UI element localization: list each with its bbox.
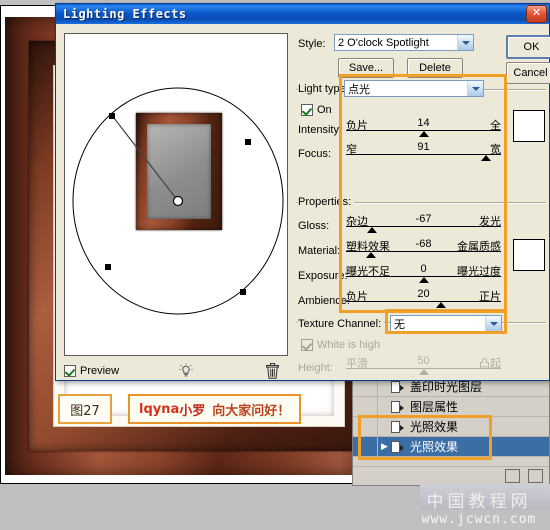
height-label: Height: <box>298 362 333 374</box>
row-toggle-column[interactable] <box>355 437 378 456</box>
greeting-name: 小罗 <box>179 403 206 419</box>
camera-icon[interactable] <box>528 469 543 483</box>
material-thumb[interactable] <box>365 252 376 258</box>
ambience-value: 20 <box>417 288 430 300</box>
light-color-swatch[interactable] <box>513 110 545 142</box>
exposure-thumb[interactable] <box>418 277 429 283</box>
ambience-label: Ambience: <box>298 295 350 307</box>
height-thumb[interactable] <box>418 369 429 375</box>
dialog-titlebar[interactable]: Lighting Effects ✕ <box>56 4 549 24</box>
intensity-slider[interactable]: 负片 14 全 <box>346 117 501 139</box>
light-on-label: On <box>317 104 332 116</box>
chevron-down-icon[interactable] <box>485 316 501 331</box>
texture-channel-dropdown[interactable]: 无 <box>390 315 502 332</box>
gloss-value: -67 <box>415 213 432 225</box>
exposure-label: Exposure: <box>298 270 348 282</box>
light-ellipse-overlay[interactable] <box>65 34 288 356</box>
trash-icon[interactable] <box>266 363 279 379</box>
preview-checkbox[interactable] <box>64 365 76 377</box>
greeting-prefix: lqyna <box>139 401 180 417</box>
new-action-icon[interactable] <box>505 469 520 483</box>
preview-bottom-bar: Preview <box>64 361 288 381</box>
light-bulb-icon[interactable] <box>178 363 194 379</box>
action-icon <box>391 440 404 453</box>
gloss-slider[interactable]: 杂边 -67 发光 <box>346 213 501 235</box>
list-item-label: 图层属性 <box>410 400 459 414</box>
gloss-label: Gloss: <box>298 220 330 232</box>
save-button[interactable]: Save... <box>338 58 394 78</box>
row-toggle-column[interactable] <box>355 397 378 416</box>
ambience-thumb[interactable] <box>435 302 446 308</box>
list-item[interactable]: 光照效果 <box>353 417 549 437</box>
ambience-slider[interactable]: 负片 20 正片 <box>346 288 501 310</box>
focus-thumb[interactable] <box>480 155 491 161</box>
action-icon <box>391 400 404 413</box>
height-slider[interactable]: 平滑 50 凸起 <box>346 355 501 377</box>
list-item-label: 光照效果 <box>410 440 459 454</box>
light-type-dropdown[interactable]: 点光 <box>344 80 484 97</box>
light-type-label: Light type: <box>298 83 351 95</box>
annotation-banner-row: 图27 lqyna 小罗 向大家问好！ <box>58 394 302 424</box>
material-value: -68 <box>415 238 432 250</box>
list-item[interactable]: 图层属性 <box>353 397 549 417</box>
light-on-checkbox[interactable] <box>301 104 313 116</box>
ambience-color-swatch[interactable] <box>513 239 545 271</box>
exposure-slider[interactable]: 曝光不足 0 曝光过度 <box>346 263 501 285</box>
white-is-high-label: White is high <box>317 339 380 351</box>
history-item-list: 盖印时光图层 图层属性 光照效果 ▶ 光照效果 <box>353 377 549 457</box>
light-type-value: 点光 <box>348 82 370 96</box>
chevron-down-icon[interactable] <box>467 81 483 96</box>
preview-label: Preview <box>80 365 120 377</box>
row-toggle-column[interactable] <box>355 417 378 436</box>
history-actions-palette[interactable]: 盖印时光图层 图层属性 光照效果 ▶ 光照效果 <box>352 376 550 486</box>
properties-label: Properties: <box>298 196 355 208</box>
figure-number-label: 图27 <box>58 394 112 424</box>
palette-bottom-strip <box>420 484 550 510</box>
focus-value: 91 <box>417 141 430 153</box>
intensity-value: 14 <box>417 117 430 129</box>
style-label: Style: <box>298 38 326 50</box>
focus-label: Focus: <box>298 148 332 160</box>
chevron-down-icon[interactable] <box>457 35 473 50</box>
ok-button[interactable]: OK <box>506 35 550 59</box>
dialog-body: Preview Style: 2 O'clock Spotlight Save.… <box>56 24 550 381</box>
white-is-high-checkbox[interactable] <box>301 339 313 351</box>
greeting-banner: lqyna 小罗 向大家问好！ <box>128 394 302 424</box>
focus-slider[interactable]: 窄 91 宽 <box>346 141 501 163</box>
close-icon[interactable]: ✕ <box>526 5 547 23</box>
style-dropdown[interactable]: 2 O'clock Spotlight <box>334 34 474 51</box>
material-label: Material: <box>298 245 341 257</box>
action-icon <box>391 420 404 433</box>
list-item-label: 光照效果 <box>410 420 459 434</box>
intensity-thumb[interactable] <box>418 131 429 137</box>
gloss-thumb[interactable] <box>367 227 378 233</box>
palette-footer-toolbar <box>353 466 549 485</box>
focus-track[interactable] <box>346 154 501 155</box>
action-icon <box>391 380 404 393</box>
height-value: 50 <box>417 355 430 367</box>
delete-button[interactable]: Delete <box>407 58 463 78</box>
greeting-text: 向大家问好！ <box>212 403 291 419</box>
chevron-right-icon[interactable]: ▶ <box>378 437 391 456</box>
exposure-value: 0 <box>420 263 427 275</box>
intensity-label: Intensity: <box>298 124 343 136</box>
ambience-track[interactable] <box>346 301 501 302</box>
style-dropdown-value: 2 O'clock Spotlight <box>338 36 429 49</box>
texture-channel-value: 无 <box>394 317 405 331</box>
dialog-title: Lighting Effects <box>63 7 187 21</box>
cancel-button[interactable]: Cancel <box>506 62 550 84</box>
texture-channel-label: Texture Channel: <box>298 318 385 330</box>
list-item-selected[interactable]: ▶ 光照效果 <box>353 437 549 457</box>
lighting-effects-dialog: Lighting Effects ✕ Preview Style: 2 O'cl… <box>55 3 550 381</box>
lighting-preview-canvas[interactable] <box>64 33 288 356</box>
material-slider[interactable]: 塑料效果 -68 金属质感 <box>346 238 501 260</box>
